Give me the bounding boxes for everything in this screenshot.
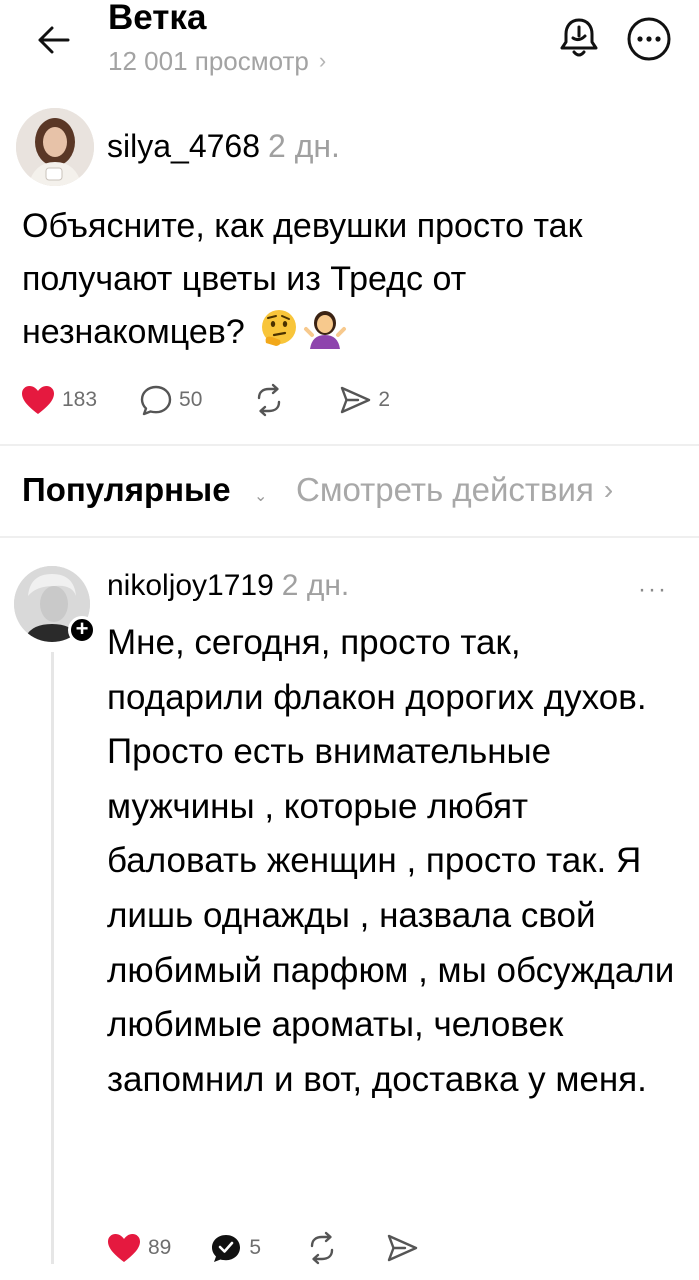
send-icon xyxy=(387,1234,418,1262)
reply-button[interactable]: 5 xyxy=(209,1232,261,1264)
post-time: 2 дн. xyxy=(268,128,340,164)
reply-count: 5 xyxy=(249,1236,262,1259)
comment-bubble-icon xyxy=(140,385,172,416)
heart-filled-icon xyxy=(22,386,54,414)
username[interactable]: silya_4768 xyxy=(107,128,260,164)
post-text: Объясните, как девушки просто так получа… xyxy=(22,200,672,359)
sort-dropdown[interactable]: Популярные xyxy=(22,468,231,512)
post-author[interactable]: silya_4768 2 дн. xyxy=(107,126,340,166)
repost-icon xyxy=(258,383,281,417)
like-count: 183 xyxy=(62,388,98,411)
comment-text: Мне, сегодня, просто так, подарили флако… xyxy=(107,623,675,1099)
divider xyxy=(0,444,699,446)
woman-shrugging-icon xyxy=(304,307,347,349)
repost-button[interactable] xyxy=(305,1231,345,1265)
view-activity-link[interactable]: Смотреть действия › xyxy=(296,468,613,512)
like-button[interactable]: 183 xyxy=(20,384,97,416)
comment-more-button[interactable]: ··· xyxy=(638,576,668,604)
heart-filled-icon xyxy=(108,1234,140,1262)
like-button[interactable]: 89 xyxy=(106,1232,171,1264)
share-count: 2 xyxy=(378,388,391,411)
comment-bubble-filled-icon xyxy=(212,1235,241,1262)
views-count: 12 001 просмотр xyxy=(108,46,309,76)
send-icon xyxy=(341,386,371,414)
more-options-button[interactable] xyxy=(626,16,672,62)
comment-actions: 89 5 xyxy=(106,1231,425,1265)
arrow-left-icon xyxy=(38,26,70,54)
page-title: Ветка xyxy=(108,0,207,37)
follow-plus-button[interactable]: + xyxy=(68,616,96,644)
chevron-right-icon: › xyxy=(318,48,327,73)
chevron-down-icon[interactable]: ⌄ xyxy=(254,486,267,506)
more-circle-icon xyxy=(627,17,671,61)
notifications-button[interactable] xyxy=(556,14,602,62)
username[interactable]: nikoljoy1719 xyxy=(107,569,274,602)
thread-line xyxy=(51,652,54,1264)
bell-icon xyxy=(560,18,598,57)
back-button[interactable] xyxy=(28,18,76,62)
views-count-link[interactable]: 12 001 просмотр › xyxy=(108,44,326,78)
share-button[interactable] xyxy=(385,1232,425,1264)
like-count: 89 xyxy=(148,1236,172,1259)
chevron-right-icon: › xyxy=(603,474,614,505)
post-actions: 183 50 2 xyxy=(20,383,390,417)
avatar[interactable] xyxy=(16,108,94,186)
user-avatar-image xyxy=(16,108,94,186)
thinking-face-icon xyxy=(258,307,300,349)
post-body: Объясните, как девушки просто так получа… xyxy=(22,207,583,351)
repost-button[interactable] xyxy=(252,383,292,417)
repost-icon xyxy=(310,1231,334,1265)
comment-author[interactable]: nikoljoy1719 2 дн. xyxy=(107,566,349,606)
reply-button[interactable]: 50 xyxy=(139,384,202,416)
view-activity-label: Смотреть действия xyxy=(296,471,594,508)
comment-time: 2 дн. xyxy=(281,569,350,602)
reply-count: 50 xyxy=(179,388,203,411)
divider xyxy=(0,536,699,538)
share-button[interactable]: 2 xyxy=(338,384,390,416)
